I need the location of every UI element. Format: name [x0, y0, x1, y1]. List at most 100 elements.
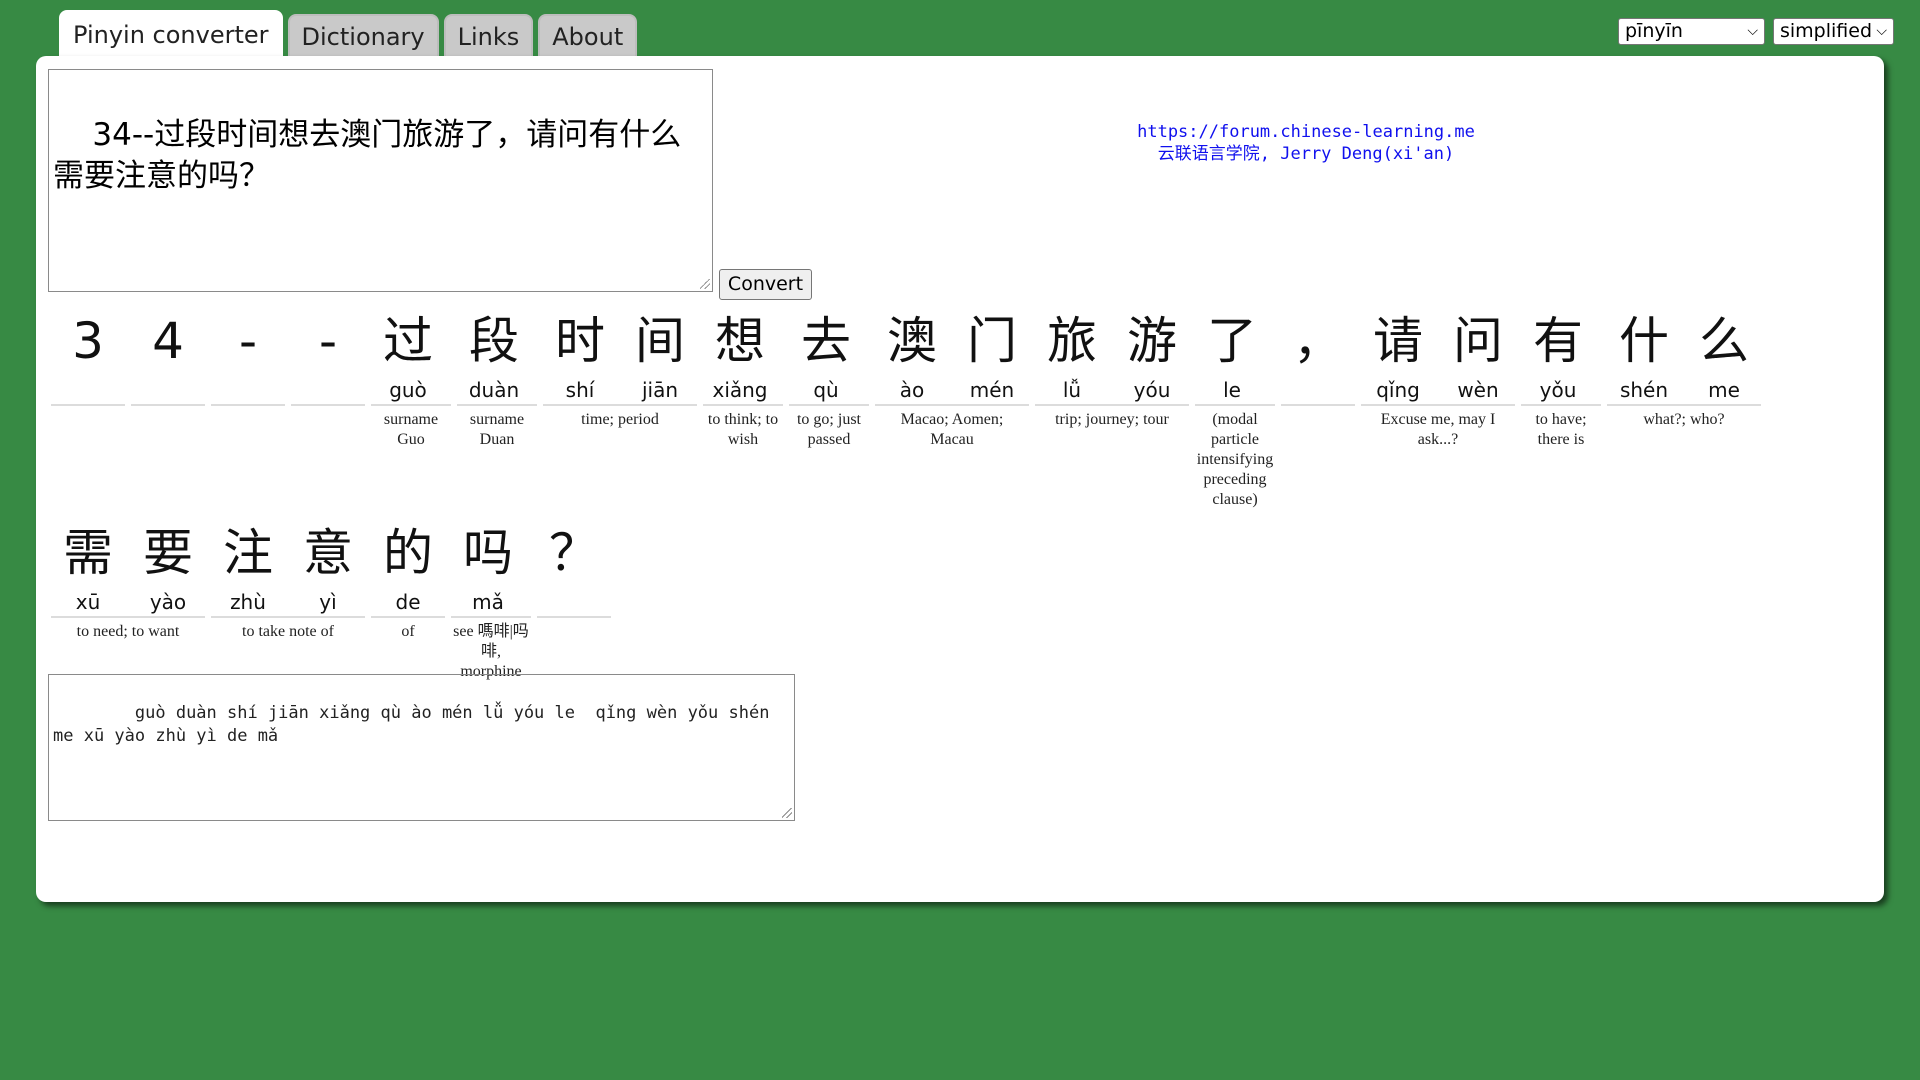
word-block: 有 yǒu to have; there is	[1521, 306, 1601, 450]
hanzi: 去	[801, 312, 851, 370]
word-characters: 请 qǐng 问 wèn	[1361, 306, 1515, 406]
character-cell: 问 wèn	[1441, 306, 1515, 404]
pinyin: guò	[389, 378, 427, 402]
display-options: pīnyīn ⌵ simplified ⌵	[1618, 18, 1894, 45]
english-gloss: to take note of	[242, 623, 334, 640]
pinyin: le	[1223, 378, 1241, 402]
hanzi: 过	[383, 312, 433, 370]
pinyin: jiān	[641, 378, 679, 402]
convert-button[interactable]: Convert	[719, 269, 812, 300]
word-block: 什 shén 么 me what?; who?	[1607, 306, 1761, 430]
forum-link[interactable]: https://forum.chinese-learning.me	[1086, 121, 1526, 143]
character-cell: 4	[131, 306, 205, 404]
pinyin: yóu	[1133, 378, 1171, 402]
pinyin: qù	[813, 378, 839, 402]
pinyin: shí	[565, 378, 595, 402]
word-block: -	[211, 306, 285, 410]
pinyin: shén	[1619, 378, 1669, 402]
pinyin: yì	[319, 590, 337, 614]
pinyin: xiǎng	[712, 378, 768, 402]
character-cell: -	[291, 306, 365, 404]
english-gloss: to go; just passed	[796, 411, 861, 448]
romanization-select[interactable]: pīnyīn ⌵	[1618, 18, 1765, 45]
english-gloss: to need; to want	[76, 623, 180, 640]
hanzi: 请	[1373, 312, 1423, 370]
hanzi: 问	[1453, 312, 1503, 370]
pinyin: yào	[149, 590, 187, 614]
resize-handle[interactable]	[782, 808, 792, 818]
character-cell: 去 qù	[789, 306, 863, 404]
character-cell: 什 shén	[1607, 306, 1681, 404]
tab-pinyin-converter[interactable]: Pinyin converter	[59, 10, 283, 56]
word-characters: 澳 ào 门 mén	[875, 306, 1029, 406]
word-block: 澳 ào 门 mén Macao; Aomen; Macau	[875, 306, 1029, 450]
word-characters: 旅 lǚ 游 yóu	[1035, 306, 1189, 406]
character-cell: -	[211, 306, 285, 404]
english-gloss: see 嗎啡|吗啡, morphine	[453, 623, 529, 680]
character-cell: 3	[51, 306, 125, 404]
word-block: 4	[131, 306, 205, 410]
word-characters: ？	[537, 518, 611, 618]
character-cell: 请 qǐng	[1361, 306, 1435, 404]
word-characters: -	[291, 306, 365, 406]
hanzi: 3	[72, 312, 104, 370]
word-block: ，	[1281, 306, 1355, 410]
word-block: 想 xiǎng to think; to wish	[703, 306, 783, 450]
pinyin: zhù	[230, 590, 266, 614]
english-gloss: Macao; Aomen; Macau	[900, 411, 1004, 448]
romanization-select-value: pīnyīn	[1625, 20, 1683, 42]
pinyin: duàn	[468, 378, 520, 402]
hanzi: 的	[383, 524, 433, 582]
word-block: 的 de of	[371, 518, 445, 642]
word-block: 了 le (modal particle intensifying precedin…	[1195, 306, 1275, 510]
word-characters: 段 duàn	[457, 306, 537, 406]
tab-dictionary[interactable]: Dictionary	[287, 14, 439, 56]
hanzi: 要	[143, 524, 193, 582]
character-cell: 时 shí	[543, 306, 617, 404]
hanzi: ？	[549, 524, 599, 582]
tab-links[interactable]: Links	[443, 14, 534, 56]
pinyin: me	[1708, 378, 1740, 402]
word-characters: 注 zhù 意 yì	[211, 518, 365, 618]
hanzi: 什	[1619, 312, 1669, 370]
pinyin: qǐng	[1376, 378, 1420, 402]
hanzi: 了	[1207, 312, 1257, 370]
pinyin-output[interactable]: guò duàn shí jiān xiǎng qù ào mén lǚ yóu…	[48, 674, 795, 821]
chevron-down-icon: ⌵	[1747, 23, 1758, 39]
english-gloss: Excuse me, may I ask...?	[1380, 411, 1496, 448]
hanzi: 时	[555, 312, 605, 370]
pinyin: ào	[899, 378, 925, 402]
character-cell: 的 de	[371, 518, 445, 616]
hanzi: 有	[1533, 312, 1583, 370]
pinyin-output-text: guò duàn shí jiān xiǎng qù ào mén lǚ yóu…	[53, 703, 780, 746]
hanzi: -	[238, 312, 258, 370]
hanzi: 么	[1699, 312, 1749, 370]
word-block: 请 qǐng 问 wèn Excuse me, may I ask...?	[1361, 306, 1515, 450]
character-cell: 段 duàn	[457, 306, 531, 404]
script-select[interactable]: simplified ⌵	[1773, 18, 1894, 45]
word-characters: 过 guò	[371, 306, 451, 406]
hanzi: 间	[635, 312, 685, 370]
resize-handle[interactable]	[700, 279, 710, 289]
script-select-value: simplified	[1780, 20, 1873, 42]
word-characters: 有 yǒu	[1521, 306, 1601, 406]
character-cell: 间 jiān	[623, 306, 697, 404]
word-block: 注 zhù 意 yì to take note of	[211, 518, 365, 642]
word-characters: -	[211, 306, 285, 406]
character-cell: ？	[537, 518, 611, 616]
word-characters: 的 de	[371, 518, 445, 618]
word-block: -	[291, 306, 365, 410]
hanzi: 4	[152, 312, 184, 370]
tab-about[interactable]: About	[538, 14, 638, 56]
hanzi: 段	[469, 312, 519, 370]
hanzi: ，	[1293, 312, 1343, 370]
word-characters: 去 qù	[789, 306, 869, 406]
word-characters: 什 shén 么 me	[1607, 306, 1761, 406]
character-cell: 想 xiǎng	[703, 306, 777, 404]
word-characters: 时 shí 间 jiān	[543, 306, 697, 406]
word-block: 3	[51, 306, 125, 410]
word-characters: ，	[1281, 306, 1355, 406]
word-block: ？	[537, 518, 611, 622]
hanzi: 旅	[1047, 312, 1097, 370]
chinese-input[interactable]: 34--过段时间想去澳门旅游了，请问有什么需要注意的吗？	[48, 69, 713, 292]
